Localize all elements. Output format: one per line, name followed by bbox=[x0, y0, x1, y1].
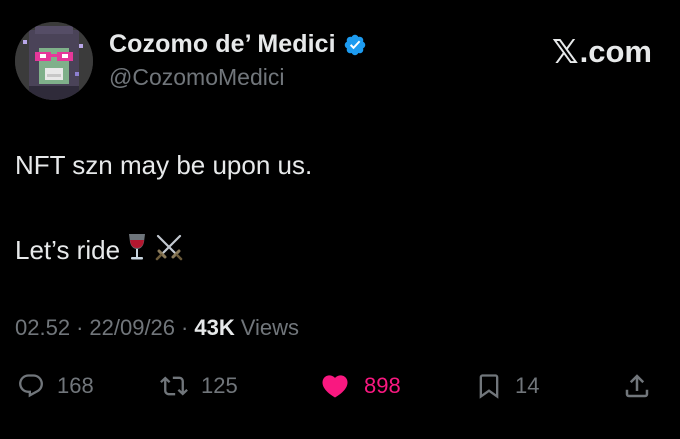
verified-badge-icon bbox=[344, 34, 365, 55]
tweet-text-line-2-text: Let’s ride bbox=[15, 235, 121, 265]
heart-filled-icon bbox=[322, 375, 348, 398]
tweet-date[interactable]: 22/09/26 bbox=[89, 315, 175, 341]
avatar[interactable] bbox=[15, 22, 93, 100]
reply-count: 168 bbox=[57, 373, 94, 398]
tweet-text-line-1: NFT szn may be upon us. bbox=[15, 150, 313, 180]
crossed-swords-icon bbox=[154, 232, 184, 269]
bookmark-icon bbox=[479, 374, 499, 399]
author-display-name[interactable]: Cozomo de’ Medici bbox=[109, 30, 336, 59]
tweet-meta: 02.52 · 22/09/26 · 43K Views bbox=[15, 315, 299, 341]
brand-suffix: .com bbox=[579, 33, 652, 69]
pixel-avatar-image bbox=[15, 22, 93, 100]
x-brand-logo: 𝕏 .com bbox=[552, 32, 652, 71]
reply-button[interactable]: 168 bbox=[17, 366, 94, 406]
like-count: 898 bbox=[364, 373, 401, 398]
views-count[interactable]: 43K bbox=[194, 315, 234, 341]
action-bar: 168 125 898 14 bbox=[0, 366, 680, 406]
repost-button[interactable]: 125 bbox=[159, 366, 238, 406]
author-handle[interactable]: @CozomoMedici bbox=[109, 64, 284, 91]
wine-glass-icon bbox=[124, 232, 150, 269]
meta-separator: · bbox=[76, 315, 84, 340]
meta-separator: · bbox=[181, 315, 189, 340]
repost-count: 125 bbox=[201, 373, 238, 398]
reply-icon bbox=[19, 374, 43, 398]
author-name-row: Cozomo de’ Medici bbox=[109, 30, 367, 59]
tweet-text-line-2: Let’s ride bbox=[15, 232, 184, 269]
like-button[interactable]: 898 bbox=[318, 366, 401, 406]
bookmark-button[interactable]: 14 bbox=[475, 366, 539, 406]
share-button[interactable] bbox=[622, 366, 652, 406]
x-logo-icon: 𝕏 bbox=[552, 32, 579, 71]
share-icon bbox=[625, 374, 649, 398]
views-label: Views bbox=[240, 315, 300, 340]
bookmark-count: 14 bbox=[515, 373, 540, 398]
repost-icon bbox=[160, 376, 188, 396]
tweet-time[interactable]: 02.52 bbox=[15, 315, 70, 341]
